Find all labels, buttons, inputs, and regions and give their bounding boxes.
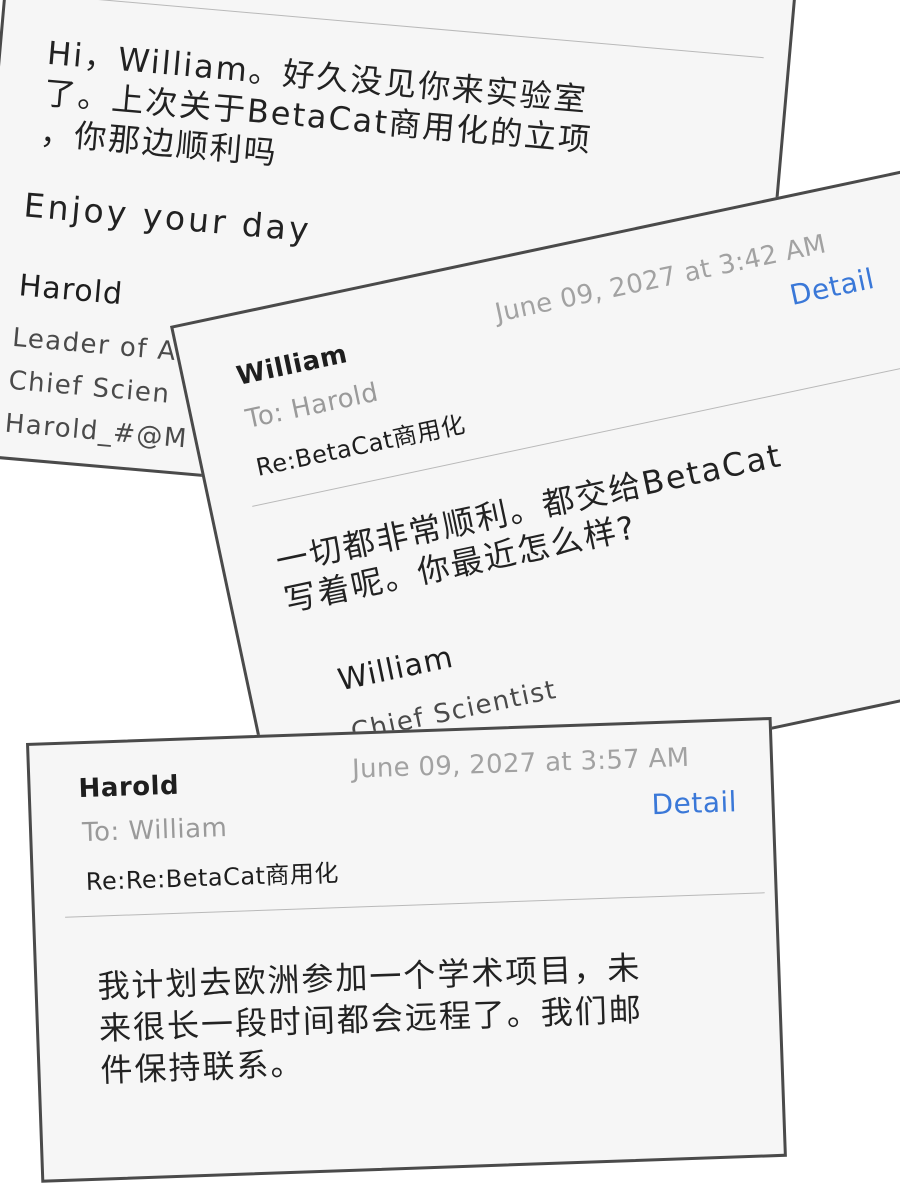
email-recipient: To: William [81, 813, 228, 849]
signature-name: Harold [17, 268, 125, 313]
email-card-harold-reply[interactable]: June 09, 2027 at 3:57 AM Detail Harold T… [26, 716, 787, 1183]
email-date: June 09, 2027 at 3:57 AM [351, 742, 690, 785]
email-body: Hi，William。好久没见你来实验室 了。上次关于BetaCat商用化的立项… [38, 33, 594, 173]
signature-name: William [334, 639, 457, 699]
email-subject: Re:Re:BetaCat商用化 [85, 859, 340, 896]
signature-email: Harold_#@M [3, 408, 190, 455]
detail-link[interactable]: Detail [651, 785, 738, 821]
signature-title: Leader of A [11, 322, 179, 368]
email-sender: William [233, 339, 351, 392]
header-divider [65, 892, 765, 918]
email-closing: Enjoy your day [22, 185, 314, 250]
email-sender: Harold [78, 770, 180, 805]
email-body: 我计划去欧洲参加一个学术项目，未 来很长一段时间都会远程了。我们邮 件保持联系。 [96, 948, 644, 1090]
signature-role: Chief Scien [7, 365, 172, 410]
detail-link[interactable]: Detail [787, 262, 877, 312]
